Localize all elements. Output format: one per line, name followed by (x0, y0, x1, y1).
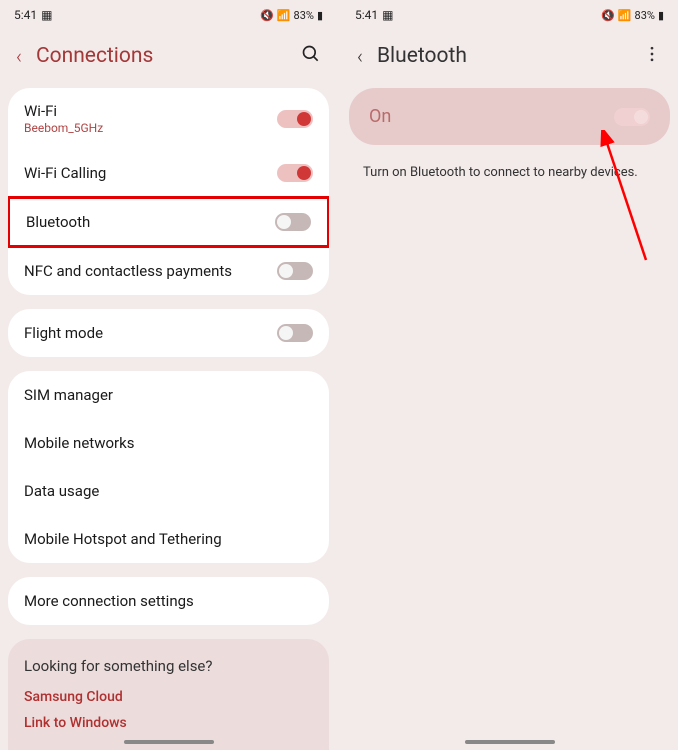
row-mobile-networks[interactable]: Mobile networks (8, 419, 329, 467)
screen-connections: 5:41 ▦ 🔇 📶 83% ▮ ‹ Connections Wi-Fi Bee… (0, 0, 337, 750)
row-label: SIM manager (24, 386, 113, 404)
toggle-nfc[interactable] (277, 262, 313, 280)
battery-text: 83% (635, 9, 655, 22)
row-label: Data usage (24, 482, 99, 500)
row-bluetooth[interactable]: Bluetooth (8, 196, 329, 248)
toggle-wifi[interactable] (277, 110, 313, 128)
row-label: More connection settings (24, 592, 194, 610)
row-sublabel: Beebom_5GHz (24, 121, 103, 135)
footer-link[interactable]: Link to Windows (24, 715, 313, 731)
footer-link[interactable]: Samsung Cloud (24, 689, 313, 705)
mute-icon: 🔇 (260, 9, 274, 22)
gallery-icon: ▦ (41, 8, 52, 22)
battery-icon: ▮ (317, 9, 323, 22)
row-label: Wi-Fi (24, 102, 103, 120)
row-nfc[interactable]: NFC and contactless payments (8, 247, 329, 295)
settings-group: Wi-Fi Beebom_5GHz Wi-Fi Calling Bluetoot… (8, 88, 329, 295)
signal-icon: 📶 (618, 9, 632, 22)
signal-icon: 📶 (277, 9, 291, 22)
row-label: Flight mode (24, 324, 103, 342)
settings-group: SIM manager Mobile networks Data usage M… (8, 371, 329, 563)
search-icon[interactable] (301, 44, 321, 68)
hint-text: Turn on Bluetooth to connect to nearby d… (341, 145, 678, 200)
toggle-bluetooth-main[interactable] (614, 108, 650, 126)
back-icon[interactable]: ‹ (357, 44, 363, 68)
toggle-bluetooth[interactable] (275, 213, 311, 231)
row-sim-manager[interactable]: SIM manager (8, 371, 329, 419)
status-bar: 5:41 ▦ 🔇 📶 83% ▮ (0, 0, 337, 30)
row-data-usage[interactable]: Data usage (8, 467, 329, 515)
settings-group: More connection settings (8, 577, 329, 625)
row-bluetooth-state[interactable]: On (349, 88, 670, 145)
home-indicator[interactable] (124, 740, 214, 744)
row-label: Bluetooth (26, 213, 90, 231)
gallery-icon: ▦ (382, 8, 393, 22)
header: ‹ Connections (0, 30, 337, 88)
state-label: On (369, 106, 391, 127)
header: ‹ Bluetooth (341, 30, 678, 88)
settings-group: Flight mode (8, 309, 329, 357)
page-title: Bluetooth (377, 44, 628, 68)
row-label: Wi-Fi Calling (24, 164, 106, 182)
home-indicator[interactable] (465, 740, 555, 744)
more-icon[interactable] (642, 44, 662, 68)
toggle-flight-mode[interactable] (277, 324, 313, 342)
mute-icon: 🔇 (601, 9, 615, 22)
row-flight-mode[interactable]: Flight mode (8, 309, 329, 357)
back-icon[interactable]: ‹ (16, 44, 22, 68)
row-more-settings[interactable]: More connection settings (8, 577, 329, 625)
toggle-wifi-calling[interactable] (277, 164, 313, 182)
status-time: 5:41 (14, 8, 37, 22)
battery-text: 83% (294, 9, 314, 22)
row-wifi-calling[interactable]: Wi-Fi Calling (8, 149, 329, 197)
row-label: Mobile networks (24, 434, 134, 452)
footer-suggestions: Looking for something else? Samsung Clou… (8, 639, 329, 750)
page-title: Connections (36, 44, 287, 68)
status-time: 5:41 (355, 8, 378, 22)
row-wifi[interactable]: Wi-Fi Beebom_5GHz (8, 88, 329, 149)
row-label: NFC and contactless payments (24, 262, 232, 280)
battery-icon: ▮ (658, 9, 664, 22)
status-bar: 5:41 ▦ 🔇 📶 83% ▮ (341, 0, 678, 30)
row-label: Mobile Hotspot and Tethering (24, 530, 222, 548)
row-hotspot[interactable]: Mobile Hotspot and Tethering (8, 515, 329, 563)
screen-bluetooth: 5:41 ▦ 🔇 📶 83% ▮ ‹ Bluetooth On Turn on … (341, 0, 678, 750)
footer-heading: Looking for something else? (24, 657, 313, 675)
